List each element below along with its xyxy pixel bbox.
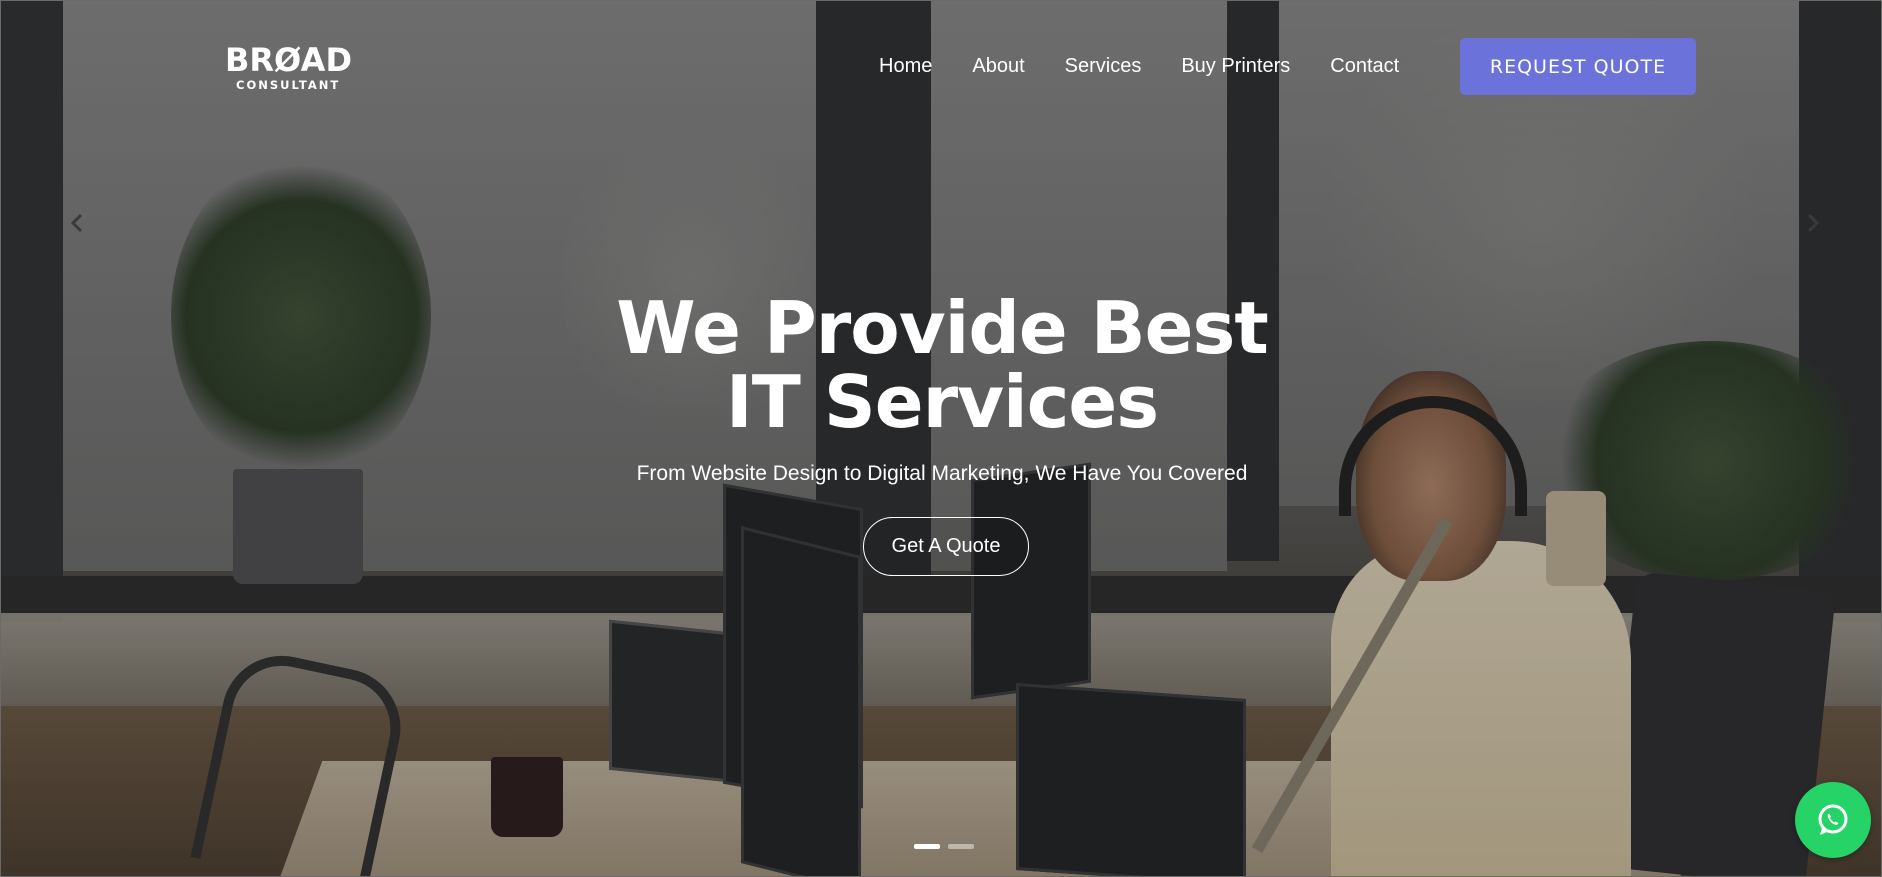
nav-link-contact[interactable]: Contact (1330, 55, 1399, 78)
hero-slider: BRØAD CONSULTANT Home About Services Buy… (0, 0, 1882, 877)
whatsapp-icon (1818, 804, 1848, 835)
main-navigation: Home About Services Buy Printers Contact (879, 51, 1439, 81)
nav-link-services[interactable]: Services (1065, 55, 1142, 78)
logo-wordmark: BRØAD (225, 41, 352, 79)
logo-tagline: CONSULTANT (236, 78, 341, 92)
hero-title-line-1: We Provide Best (616, 286, 1269, 370)
nav-link-about[interactable]: About (972, 55, 1024, 78)
request-quote-button[interactable]: REQUEST QUOTE (1460, 38, 1696, 95)
nav-link-home[interactable]: Home (879, 55, 932, 78)
slider-indicator-2[interactable] (948, 844, 974, 849)
brand-logo[interactable]: BRØAD CONSULTANT (225, 43, 355, 93)
chevron-right-icon[interactable] (1799, 209, 1827, 237)
hero-title-line-2: IT Services (725, 360, 1159, 444)
whatsapp-chat-button[interactable] (1795, 782, 1871, 858)
chevron-left-icon[interactable] (63, 209, 91, 237)
hero-title: We Provide Best IT Services (542, 291, 1342, 439)
nav-link-buy-printers[interactable]: Buy Printers (1181, 55, 1290, 78)
slider-indicators (914, 844, 974, 849)
slider-indicator-1[interactable] (914, 844, 940, 849)
hero-subtitle: From Website Design to Digital Marketing… (636, 462, 1248, 485)
get-a-quote-button[interactable]: Get A Quote (863, 517, 1029, 576)
